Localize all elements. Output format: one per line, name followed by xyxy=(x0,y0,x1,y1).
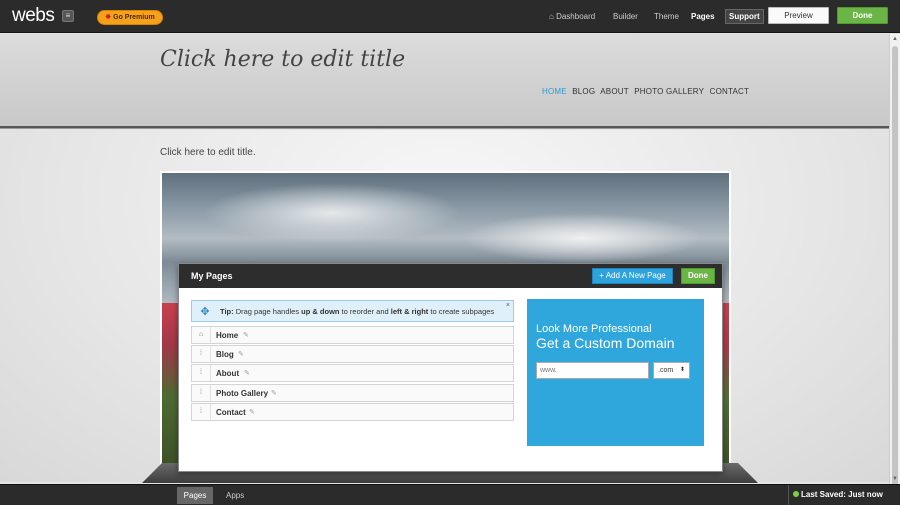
site-nav-blog[interactable]: BLOG xyxy=(572,87,595,96)
site-header: Click here to edit title HOME BLOG ABOUT… xyxy=(0,34,889,126)
promo-line-2: Get a Custom Domain xyxy=(536,335,675,351)
page-name: Photo Gallery xyxy=(216,389,269,398)
page-row-contact[interactable]: ⁞ Contact ✎ xyxy=(191,403,514,421)
promo-line-1: Look More Professional xyxy=(536,323,652,335)
tip-text-2: to reorder and xyxy=(339,307,391,316)
up-down-arrow-icon: ⬍ xyxy=(679,367,685,373)
cloud-shape xyxy=(202,183,462,243)
pencil-icon[interactable]: ✎ xyxy=(249,408,255,416)
drag-handle-icon[interactable]: ⁞ xyxy=(192,346,211,362)
save-status: Last Saved: Just now xyxy=(788,485,900,505)
add-new-page-button[interactable]: + Add A New Page xyxy=(592,268,673,284)
move-arrows-icon: ✥ xyxy=(200,306,210,318)
top-toolbar: webs ≡ ✸ Go Premium ⌂ Dashboard Builder T… xyxy=(0,0,900,33)
page-row-blog[interactable]: ⁞ Blog ✎ xyxy=(191,345,514,363)
dialog-title: My Pages xyxy=(191,271,233,281)
site-nav-about[interactable]: ABOUT xyxy=(600,87,629,96)
dialog-header: My Pages + Add A New Page Done xyxy=(179,264,722,288)
scroll-down-arrow-icon[interactable]: ▼ xyxy=(890,474,900,484)
nav-dashboard[interactable]: ⌂ Dashboard xyxy=(549,12,595,21)
pencil-icon[interactable]: ✎ xyxy=(243,331,249,339)
header-divider xyxy=(0,126,889,129)
scroll-up-arrow-icon[interactable]: ▲ xyxy=(890,34,900,44)
drag-handle-icon[interactable]: ⁞ xyxy=(192,385,211,401)
site-title[interactable]: Click here to edit title xyxy=(160,47,405,72)
cloud-shape xyxy=(462,213,702,263)
page-name: Blog xyxy=(216,350,234,359)
tab-pages[interactable]: Pages xyxy=(177,487,213,504)
drag-handle-icon[interactable]: ⁞ xyxy=(192,365,211,381)
tip-text-1: Drag page handles xyxy=(233,307,302,316)
logo-menu-icon[interactable]: ≡ xyxy=(62,10,74,22)
domain-search-input[interactable] xyxy=(536,362,649,379)
tld-select[interactable]: .com ⬍ xyxy=(653,362,690,379)
content-title[interactable]: Click here to edit title. xyxy=(160,147,256,158)
page-name: Contact xyxy=(216,408,246,417)
pencil-icon[interactable]: ✎ xyxy=(271,389,277,397)
page-row-photo-gallery[interactable]: ⁞ Photo Gallery ✎ xyxy=(191,384,514,402)
site-nav-photo-gallery[interactable]: PHOTO GALLERY xyxy=(634,87,704,96)
page-scrollbar[interactable]: ▲ ▼ xyxy=(889,34,900,486)
star-icon: ✸ xyxy=(105,14,112,21)
page-row-about[interactable]: ⁞ About ✎ xyxy=(191,364,514,382)
scroll-thumb[interactable] xyxy=(892,46,898,486)
home-icon: ⌂ xyxy=(192,327,211,343)
tip-banner: ✥ Tip: Drag page handles up & down to re… xyxy=(191,300,514,322)
site-nav-home[interactable]: HOME xyxy=(542,87,567,96)
nav-dashboard-label: Dashboard xyxy=(556,12,596,21)
page-name: Home xyxy=(216,331,239,340)
page-name: About xyxy=(216,369,240,378)
tip-text: Tip: Drag page handles up & down to reor… xyxy=(220,307,494,316)
nav-builder[interactable]: Builder xyxy=(613,12,638,21)
tip-text-3: to create subpages xyxy=(428,307,495,316)
tip-bold-1: up & down xyxy=(301,307,340,316)
tip-prefix: Tip: xyxy=(220,307,234,316)
nav-theme[interactable]: Theme xyxy=(654,12,679,21)
save-status-text: Last Saved: Just now xyxy=(801,490,883,499)
webs-logo[interactable]: webs xyxy=(12,5,55,27)
pencil-icon[interactable]: ✎ xyxy=(238,350,244,358)
nav-support[interactable]: Support xyxy=(725,9,764,24)
tab-apps[interactable]: Apps xyxy=(226,491,244,500)
my-pages-dialog: My Pages + Add A New Page Done ✥ Tip: Dr… xyxy=(178,263,723,472)
go-premium-button[interactable]: ✸ Go Premium xyxy=(97,10,163,25)
tip-bold-2: left & right xyxy=(390,307,429,316)
done-button[interactable]: Done xyxy=(837,7,888,24)
page-row-home[interactable]: ⌂ Home ✎ xyxy=(191,326,514,344)
nav-pages[interactable]: Pages xyxy=(691,12,715,21)
site-nav-contact[interactable]: CONTACT xyxy=(710,87,749,96)
bottom-toolbar: Pages Apps Last Saved: Just now xyxy=(0,484,900,505)
status-dot-icon xyxy=(793,491,799,497)
custom-domain-promo: Look More Professional Get a Custom Doma… xyxy=(527,299,704,446)
drag-handle-icon[interactable]: ⁞ xyxy=(192,404,211,420)
close-icon[interactable]: × xyxy=(506,302,510,309)
preview-button[interactable]: Preview xyxy=(768,7,829,24)
site-navigation: HOME BLOG ABOUT PHOTO GALLERY CONTACT xyxy=(542,87,752,96)
dialog-done-button[interactable]: Done xyxy=(681,268,715,284)
go-premium-label: Go Premium xyxy=(113,14,155,21)
tld-selected-value: .com xyxy=(658,367,674,374)
home-icon: ⌂ xyxy=(549,12,554,21)
pencil-icon[interactable]: ✎ xyxy=(244,369,250,377)
